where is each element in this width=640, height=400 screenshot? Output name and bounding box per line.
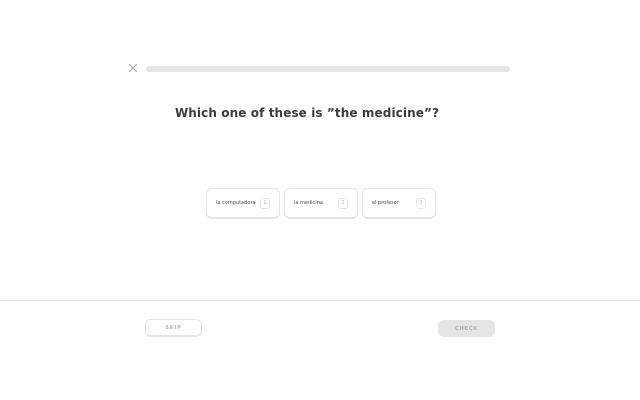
choice-key-hint: 1 [260,197,270,209]
footer-divider [0,300,640,301]
close-icon [127,62,139,74]
choice-key-hint: 3 [416,197,426,209]
choice-option-2[interactable]: la medicina 2 [284,188,358,219]
choice-text: el profesor [372,200,399,206]
choice-text: la computadora [216,200,256,206]
choice-text: la medicina [294,200,323,206]
lesson-page: Which one of these is ”the medicine”? la… [0,0,640,400]
skip-button[interactable]: SKIP [145,319,202,337]
choice-option-3[interactable]: el profesor 3 [362,188,436,219]
choice-list: la computadora 1 la medicina 2 el profes… [206,188,436,219]
progress-bar [146,66,510,72]
close-button[interactable] [127,62,139,74]
question-prompt: Which one of these is ”the medicine”? [174,106,440,120]
check-button[interactable]: CHECK [438,320,495,337]
choice-key-hint: 2 [338,197,348,209]
choice-option-1[interactable]: la computadora 1 [206,188,280,219]
